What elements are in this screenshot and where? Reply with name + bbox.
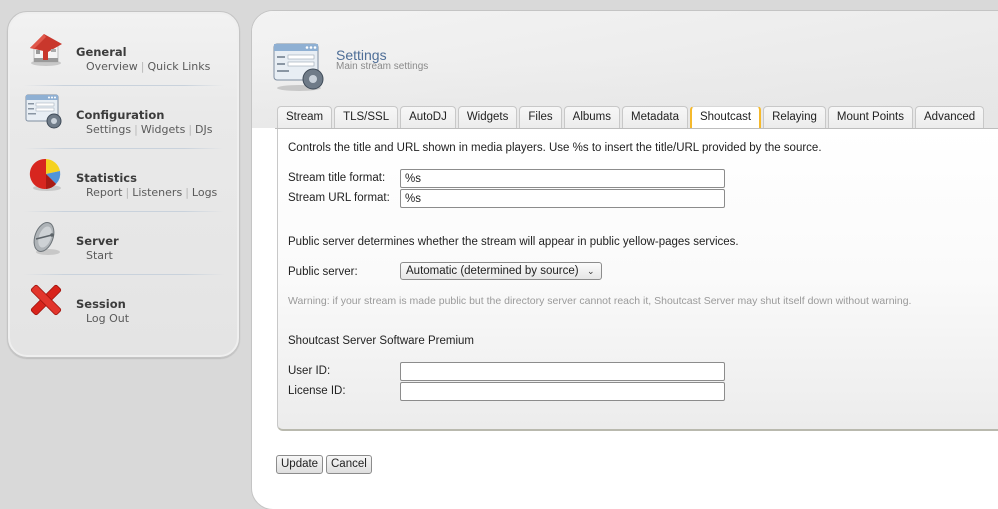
link-separator: | [125,186,130,199]
cancel-button[interactable]: Cancel [326,455,372,474]
nav-link-log-out[interactable]: Log Out [86,312,129,325]
page-subtitle: Main stream settings [336,61,429,72]
stream-title-format-input[interactable] [400,169,725,188]
shoutcast-settings-form: Controls the title and URL shown in medi… [277,129,998,431]
nav-link-djs[interactable]: DJs [195,123,212,136]
nav-title-general: General [76,45,127,59]
public-server-description: Public server determines whether the str… [288,236,739,248]
nav-link-overview[interactable]: Overview [86,60,138,73]
tab-shoutcast[interactable]: Shoutcast [689,106,762,128]
nav-group-statistics: Statistics Report | Listeners | Logs [8,148,241,211]
nav-group-configuration: Configuration Settings | Widgets | DJs [8,85,241,148]
nav-link-settings[interactable]: Settings [86,123,131,136]
nav-link-report[interactable]: Report [86,186,122,199]
tab-metadata[interactable]: Metadata [622,106,688,128]
nav-link-listeners[interactable]: Listeners [132,186,182,199]
settings-tabs: Stream TLS/SSL AutoDJ Widgets Files Albu… [277,106,985,128]
stream-title-format-label: Stream title format: [288,172,386,184]
house-icon [30,34,62,66]
public-server-label: Public server: [288,266,358,278]
tab-tls-ssl[interactable]: TLS/SSL [334,106,399,128]
chevron-down-icon: ⌄ [587,266,595,276]
nav-link-quick-links[interactable]: Quick Links [148,60,211,73]
user-id-input[interactable] [400,362,725,381]
nav-link-start[interactable]: Start [86,249,113,262]
nav-link-logs[interactable]: Logs [192,186,217,199]
tab-albums[interactable]: Albums [563,106,621,128]
tab-autodj[interactable]: AutoDJ [400,106,456,128]
tab-stream[interactable]: Stream [277,106,333,128]
link-separator: | [140,60,145,73]
tab-mount-points[interactable]: Mount Points [827,106,913,128]
nav-title-statistics: Statistics [76,171,137,185]
link-separator: | [188,123,193,136]
nav-title-session: Session [76,297,126,311]
main-panel: Settings Main stream settings Stream TLS… [251,10,998,509]
license-id-label: License ID: [288,385,346,397]
stream-url-format-input[interactable] [400,189,725,208]
nav-group-session: Session Log Out [8,274,241,337]
public-server-select[interactable]: Automatic (determined by source) ⌄ [400,262,602,280]
settings-form-icon [25,94,62,129]
link-separator: | [185,186,189,199]
red-x-icon [30,284,62,316]
pie-chart-icon [29,158,61,191]
premium-heading: Shoutcast Server Software Premium [288,335,474,347]
tab-relaying[interactable]: Relaying [763,106,826,128]
nav-group-general: General Overview | Quick Links [8,22,241,85]
user-id-label: User ID: [288,365,331,377]
settings-form-icon [273,43,324,91]
update-button[interactable]: Update [276,455,324,474]
nav-title-configuration: Configuration [76,108,165,122]
stream-url-format-label: Stream URL format: [288,192,390,204]
nav-group-server: Server Start [8,211,241,274]
license-id-input[interactable] [400,382,725,401]
tab-files[interactable]: Files [519,106,562,128]
title-url-description: Controls the title and URL shown in medi… [288,142,822,154]
link-separator: | [134,123,138,136]
satellite-dish-icon [33,222,60,255]
public-server-warning: Warning: if your stream is made public b… [288,295,912,307]
tab-widgets[interactable]: Widgets [457,106,518,128]
public-server-selected-value: Automatic (determined by source) [406,265,579,277]
tab-advanced[interactable]: Advanced [915,106,985,128]
sidebar-nav: General Overview | Quick Links Configurati… [7,11,240,358]
nav-link-widgets[interactable]: Widgets [141,123,185,136]
nav-title-server: Server [76,234,119,248]
